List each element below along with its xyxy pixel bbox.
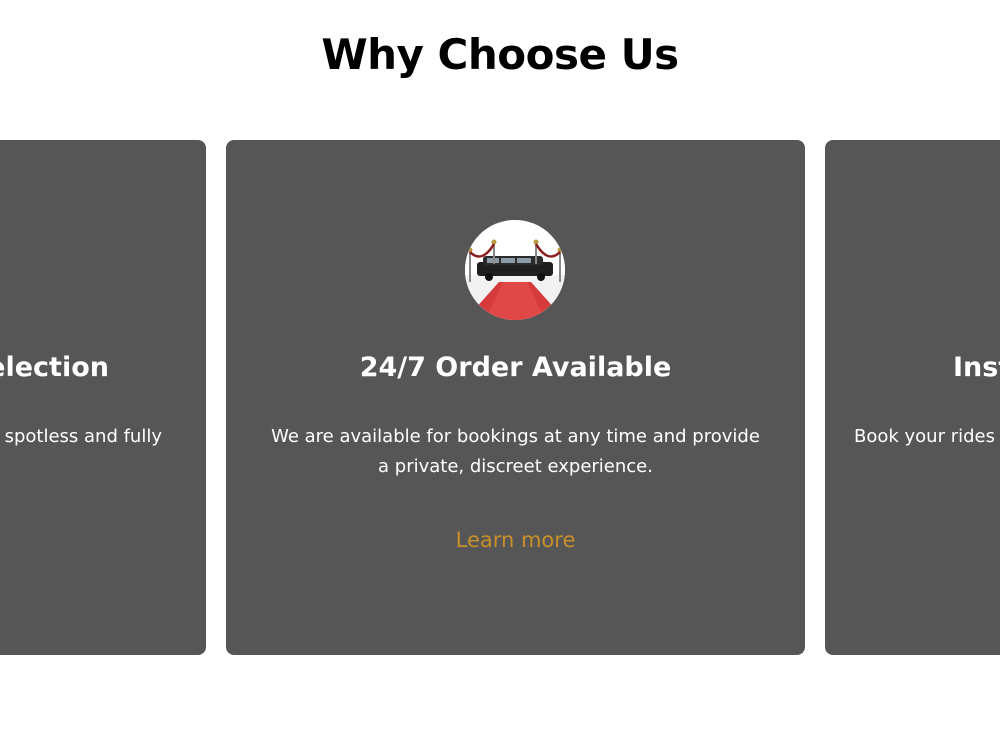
card-heading: election: [0, 352, 109, 383]
feature-card-left: election e spotless and fully: [0, 140, 206, 655]
card-heading: 24/7 Order Available: [359, 352, 672, 383]
card-text: Book your rides: [854, 426, 995, 447]
learn-more-link[interactable]: Learn more: [226, 528, 805, 552]
card-text: e spotless and fully: [0, 426, 162, 447]
feature-card-24-7: 24/7 Order Available We are available fo…: [226, 140, 805, 655]
section-title: Why Choose Us: [321, 30, 679, 79]
card-heading: Inst: [953, 352, 1000, 383]
why-choose-us-section: Why Choose Us election e spotless and fu…: [0, 0, 1000, 750]
feature-card-right: Inst Book your rides: [825, 140, 1000, 655]
card-text: We are available for bookings at any tim…: [271, 426, 760, 477]
limousine-red-carpet-icon: [465, 220, 565, 320]
